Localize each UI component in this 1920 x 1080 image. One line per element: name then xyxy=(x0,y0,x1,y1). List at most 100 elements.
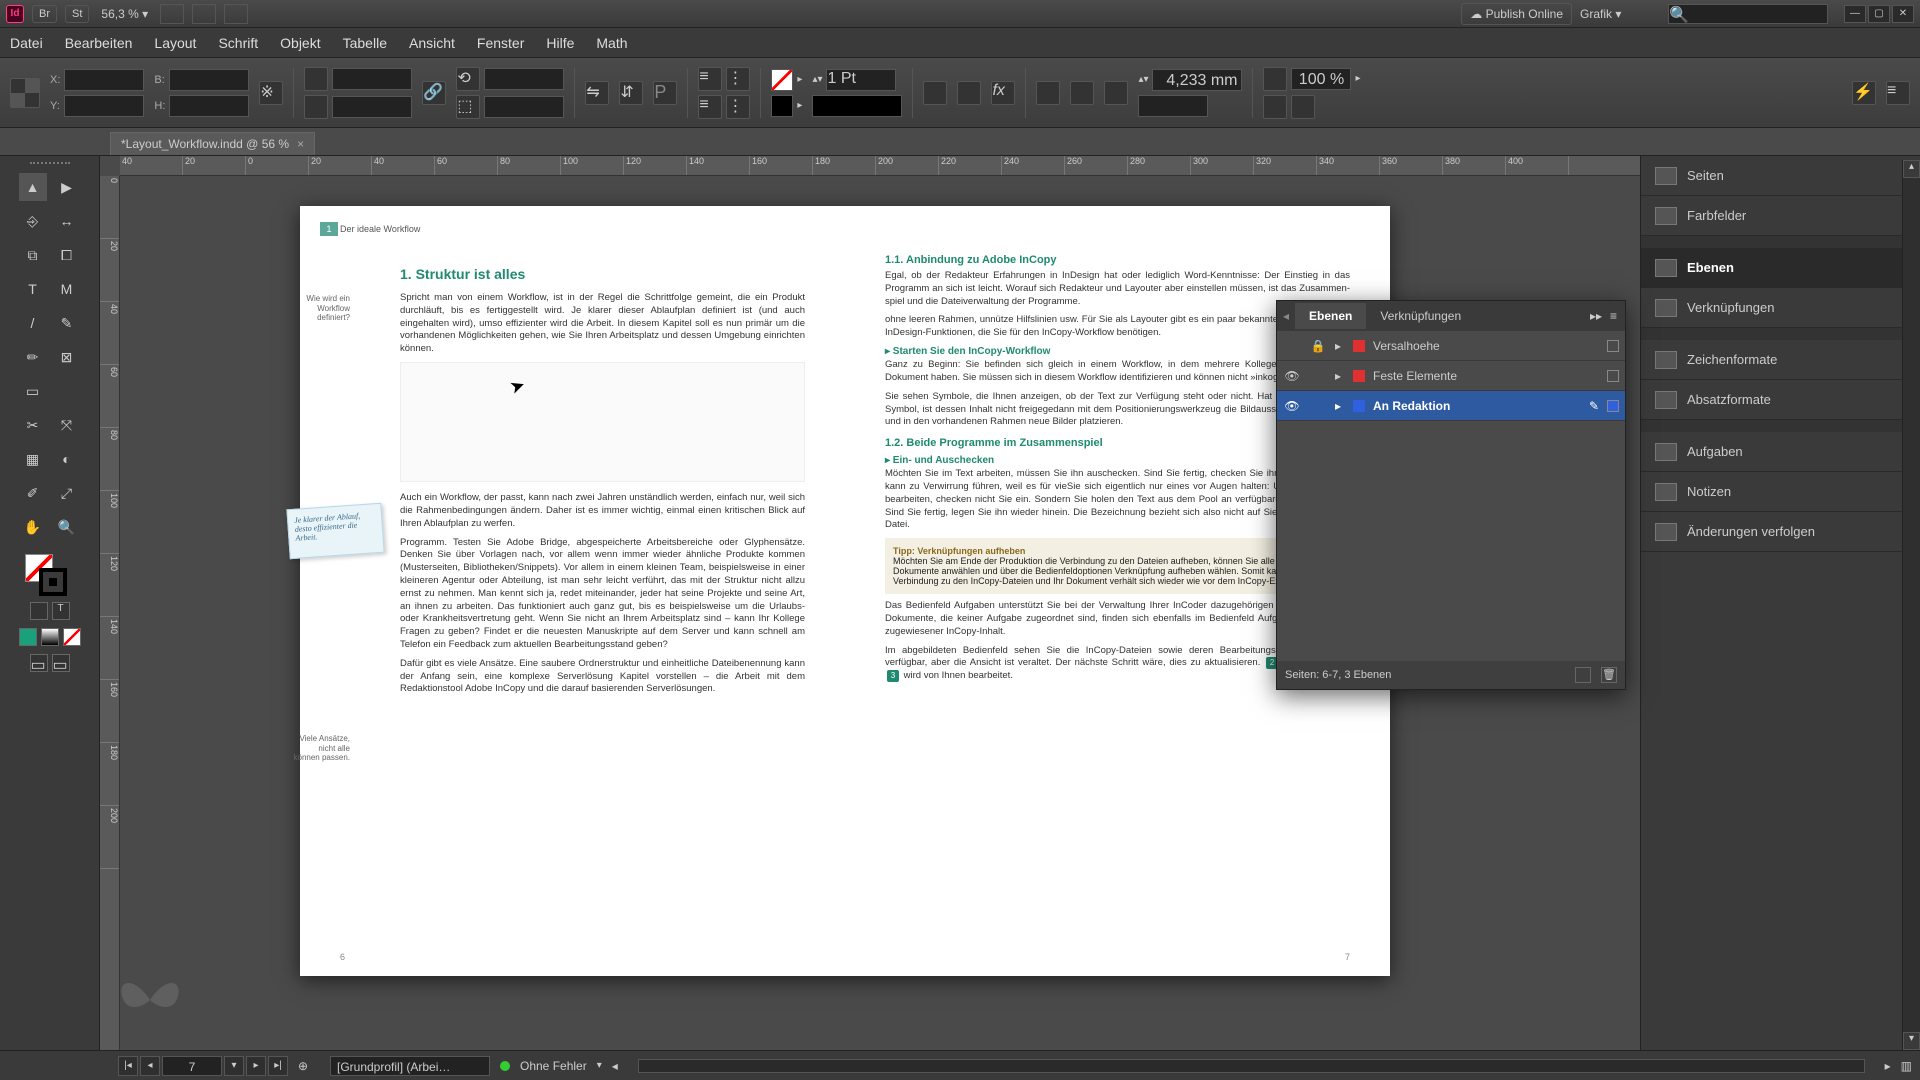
selection-tool[interactable]: ▲ xyxy=(18,172,48,202)
distribute-icon[interactable]: ⋮ xyxy=(726,67,750,91)
preflight-profile-dropdown[interactable]: [Grundprofil] (Arbei… xyxy=(330,1056,490,1076)
layer-row-versalhoehe[interactable]: 🔒 ▸ Versalhoehe xyxy=(1277,331,1625,361)
scale-y-field[interactable] xyxy=(332,96,412,118)
split-view-icon[interactable]: ▥ xyxy=(1901,1059,1912,1073)
current-page-field[interactable]: 7 xyxy=(162,1056,222,1076)
last-page-button[interactable]: ▸| xyxy=(268,1056,288,1076)
gradient-swatch-tool[interactable]: ▦ xyxy=(18,444,48,474)
panel-ebenen[interactable]: Ebenen xyxy=(1641,248,1920,288)
disclosure-icon[interactable]: ▸ xyxy=(1335,369,1345,383)
panel-seiten[interactable]: Seiten xyxy=(1641,156,1920,196)
scroll-up-icon[interactable]: ▴ xyxy=(1903,160,1920,178)
selection-indicator[interactable] xyxy=(1607,340,1619,352)
gap-tool[interactable]: ↔ xyxy=(52,206,82,236)
format-text-icon[interactable]: T xyxy=(52,602,70,620)
view-options-icon[interactable] xyxy=(160,4,184,24)
stock-button[interactable]: St xyxy=(65,5,89,23)
layers-tab[interactable]: Ebenen xyxy=(1295,303,1366,329)
rectangle-tool[interactable]: ▭ xyxy=(18,376,48,406)
links-tab[interactable]: Verknüpfungen xyxy=(1366,303,1475,329)
align-icon[interactable]: ≡ xyxy=(698,67,722,91)
delete-layer-icon[interactable]: 🗑 xyxy=(1601,667,1617,683)
blend-icon[interactable] xyxy=(1263,95,1287,119)
next-page-button[interactable]: ▸ xyxy=(246,1056,266,1076)
gradient-feather-tool[interactable]: ◐ xyxy=(52,444,82,474)
apply-gradient-icon[interactable] xyxy=(41,628,59,646)
layer-row-feste-elemente[interactable]: 👁 ▸ Feste Elemente xyxy=(1277,361,1625,391)
panel-farbfelder[interactable]: Farbfelder xyxy=(1641,196,1920,236)
close-button[interactable]: ✕ xyxy=(1892,5,1914,23)
stroke-style-dropdown[interactable] xyxy=(812,95,902,117)
minimize-button[interactable]: — xyxy=(1844,5,1866,23)
scroll-down-icon[interactable]: ▾ xyxy=(1903,1032,1920,1050)
type-tool[interactable]: T xyxy=(18,274,48,304)
layer-row-an-redaktion[interactable]: 👁 ▸ An Redaktion ✎ xyxy=(1277,391,1625,421)
text-wrap-3-icon[interactable] xyxy=(1104,81,1128,105)
bridge-button[interactable]: Br xyxy=(32,5,57,23)
align2-icon[interactable]: ≡ xyxy=(698,95,722,119)
menu-objekt[interactable]: Objekt xyxy=(280,35,320,51)
content-placer-tool[interactable]: ⧠ xyxy=(52,240,82,270)
visibility-toggle[interactable]: 👁 xyxy=(1283,369,1301,383)
h-field[interactable] xyxy=(169,95,249,117)
apply-none-icon[interactable] xyxy=(63,628,81,646)
content-collector-tool[interactable]: ⧉ xyxy=(18,240,48,270)
hand-tool[interactable]: ✋ xyxy=(18,512,48,542)
text-wrap-2-icon[interactable] xyxy=(1070,81,1094,105)
scroll-right-button[interactable]: ▸ xyxy=(1885,1059,1891,1073)
panel-aufgaben[interactable]: Aufgaben xyxy=(1641,432,1920,472)
document-tab[interactable]: *Layout_Workflow.indd @ 56 % × xyxy=(110,132,315,155)
help-search-input[interactable]: 🔍 xyxy=(1668,4,1828,24)
zoom-level-dropdown[interactable]: 56,3 % ▾ xyxy=(97,5,152,23)
free-transform-tool[interactable]: ⤧ xyxy=(52,410,82,440)
corner-radius-field[interactable]: 4,233 mm xyxy=(1152,69,1242,91)
layer-name[interactable]: Versalhoehe xyxy=(1373,339,1599,353)
spread[interactable]: 1 Der ideale Workflow 1. Struktur ist al… xyxy=(300,206,1390,976)
layer-name[interactable]: Feste Elemente xyxy=(1373,369,1599,383)
distribute2-icon[interactable]: ⋮ xyxy=(726,95,750,119)
reference-point-icon[interactable] xyxy=(10,78,40,108)
maximize-button[interactable]: ▢ xyxy=(1868,5,1890,23)
selection-indicator[interactable] xyxy=(1607,400,1619,412)
fill-stroke-color-well[interactable] xyxy=(25,554,75,594)
visibility-toggle[interactable]: 👁 xyxy=(1283,399,1301,413)
scissors-tool[interactable]: ✂ xyxy=(18,410,48,440)
menu-tabelle[interactable]: Tabelle xyxy=(343,35,387,51)
rotate-field[interactable] xyxy=(484,68,564,90)
menu-bearbeiten[interactable]: Bearbeiten xyxy=(65,35,133,51)
new-layer-icon[interactable] xyxy=(1575,667,1591,683)
arrange-documents-icon[interactable] xyxy=(224,4,248,24)
panel-notizen[interactable]: Notizen xyxy=(1641,472,1920,512)
panel-expand-icon[interactable]: ▸▸ xyxy=(1590,309,1602,323)
line-tool[interactable]: / xyxy=(18,308,48,338)
y-field[interactable] xyxy=(64,95,144,117)
disclosure-icon[interactable]: ▸ xyxy=(1335,399,1345,413)
menu-layout[interactable]: Layout xyxy=(154,35,196,51)
screen-mode-icon[interactable] xyxy=(192,4,216,24)
link-icon[interactable]: 🔗 xyxy=(422,81,446,105)
selection-indicator[interactable] xyxy=(1607,370,1619,382)
shear-field[interactable] xyxy=(484,96,564,118)
stroke-weight-field[interactable]: 1 Pt xyxy=(826,69,896,91)
eyedropper-tool[interactable]: ⤢ xyxy=(52,478,82,508)
layer-name[interactable]: An Redaktion xyxy=(1373,399,1581,413)
corner-shape-dropdown[interactable] xyxy=(1138,95,1208,117)
prev-page-button[interactable]: ◂ xyxy=(140,1056,160,1076)
panel-zeichenformate[interactable]: Zeichenformate xyxy=(1641,340,1920,380)
disclosure-icon[interactable]: ▸ xyxy=(1335,339,1345,353)
panel-absatzformate[interactable]: Absatzformate xyxy=(1641,380,1920,420)
type-on-path-tool[interactable]: M xyxy=(52,274,82,304)
page-tool[interactable]: ⎆ xyxy=(18,206,48,236)
note-tool[interactable]: ✐ xyxy=(18,478,48,508)
vertical-ruler[interactable]: 020406080100120140160180200 xyxy=(100,176,120,1050)
scroll-left-button[interactable]: ◂ xyxy=(612,1059,618,1073)
direct-selection-tool[interactable]: ▶ xyxy=(52,172,82,202)
frame-fitting-icon[interactable] xyxy=(957,81,981,105)
panel-collapse-icon[interactable]: ◂ xyxy=(1277,309,1295,323)
opacity-field[interactable]: 100 % xyxy=(1291,68,1351,90)
w-field[interactable] xyxy=(169,69,249,91)
menu-fenster[interactable]: Fenster xyxy=(477,35,524,51)
toolbox-grip-icon[interactable] xyxy=(30,162,70,166)
first-page-button[interactable]: |◂ xyxy=(118,1056,138,1076)
horizontal-scrollbar[interactable] xyxy=(638,1059,1865,1073)
